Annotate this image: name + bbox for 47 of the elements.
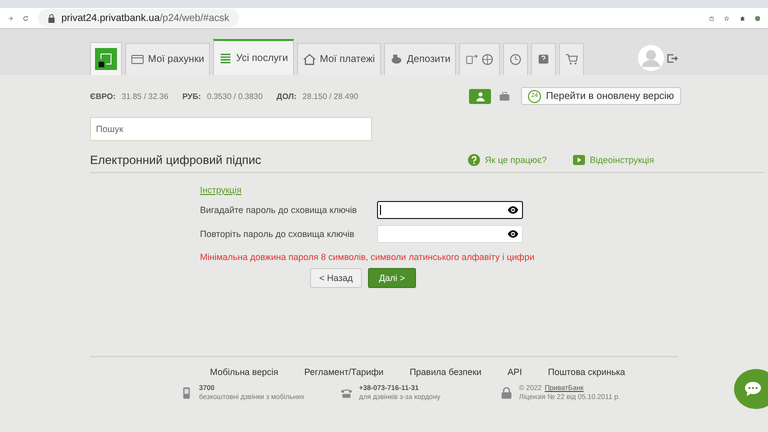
exchange-rate: 31.85 / 32.36 bbox=[122, 92, 168, 100]
currency-label: ЄВРО: bbox=[90, 92, 116, 100]
bank-logo[interactable] bbox=[90, 42, 122, 75]
password-field[interactable] bbox=[377, 200, 523, 218]
globe-icon bbox=[481, 53, 494, 66]
section-title: Електронний цифровий підпис bbox=[90, 153, 262, 167]
currency-label: РУБ: bbox=[182, 92, 201, 100]
nav-tab[interactable]: Мої платежі bbox=[296, 43, 381, 75]
nav-tab[interactable] bbox=[559, 43, 584, 75]
nav-tab[interactable] bbox=[459, 43, 500, 75]
footer-link[interactable]: API bbox=[507, 367, 522, 377]
person-icon bbox=[474, 90, 486, 102]
briefcase-icon bbox=[498, 90, 510, 102]
footer-link[interactable]: Регламент/Тарифи bbox=[304, 367, 384, 377]
nav-tab[interactable] bbox=[503, 43, 528, 75]
next-button[interactable]: Далі > bbox=[368, 268, 416, 288]
footer-link[interactable]: Поштова скринька bbox=[548, 367, 626, 377]
nav-tab[interactable]: Мої рахунки bbox=[125, 43, 210, 75]
eye-icon bbox=[507, 204, 519, 216]
nav-tab[interactable]: Депозити bbox=[384, 43, 456, 75]
exchange-rate: 0.3530 / 0.3830 bbox=[206, 92, 263, 100]
clock-icon bbox=[509, 53, 522, 66]
field-label: Повторіть пароль до сховища ключів bbox=[200, 228, 356, 238]
exchange-rate: 28.150 / 28.490 bbox=[302, 92, 358, 100]
error-message: Мінімальна довжина пароля 8 символів, символи латинського алфавіту і цифри bbox=[200, 252, 536, 262]
question-icon bbox=[537, 53, 550, 66]
list-icon bbox=[219, 52, 232, 64]
footer-link[interactable]: Правила безпеки bbox=[410, 367, 482, 377]
mode-toggle[interactable] bbox=[469, 88, 492, 104]
footer-link[interactable]: Мобільна версія bbox=[210, 367, 278, 377]
house-icon bbox=[302, 53, 316, 66]
search-field[interactable]: Пошук bbox=[90, 117, 372, 141]
padlock-icon bbox=[500, 385, 513, 401]
cart-icon bbox=[565, 53, 578, 66]
card-icon bbox=[131, 53, 144, 66]
play-icon bbox=[572, 154, 585, 166]
currency-label: ДОЛ: bbox=[276, 92, 297, 100]
address-bar[interactable]: privat24.privatbank.ua/p24/web/#acsk bbox=[38, 9, 240, 27]
question-icon bbox=[468, 154, 480, 166]
nav-tab[interactable]: Усі послуги bbox=[213, 39, 294, 75]
logout-icon[interactable] bbox=[667, 52, 678, 64]
chat-bubble-icon bbox=[744, 381, 762, 397]
nav-tab[interactable] bbox=[531, 43, 556, 75]
field-label: Вигадайте пароль до сховища ключів bbox=[200, 204, 358, 214]
chat-button[interactable] bbox=[734, 369, 768, 409]
back-button[interactable]: < Назад bbox=[310, 268, 362, 288]
eye-icon bbox=[507, 228, 519, 240]
